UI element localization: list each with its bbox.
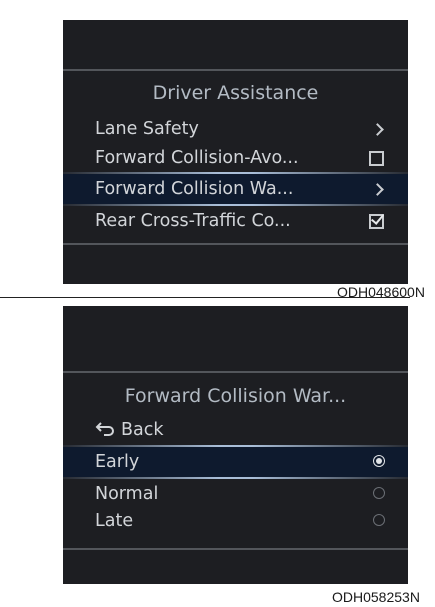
option-normal[interactable]: Normal [63,479,408,509]
header-divider [63,69,408,71]
chevron-right-icon [371,183,384,196]
checkbox-icon[interactable] [369,151,384,166]
forward-collision-warning-screen: Forward Collision War... Back Early Norm… [63,306,408,584]
back-label: Back [121,420,164,440]
option-label: Normal [95,484,159,504]
header-divider [63,371,408,373]
driver-assistance-screen: Driver Assistance Lane Safety Forward Co… [63,20,408,284]
figure-code: ODH048600N [337,284,425,300]
menu-item-forward-collision-avoidance[interactable]: Forward Collision-Avo... [63,143,408,173]
footer-divider [63,243,408,245]
menu-item-rear-cross-traffic[interactable]: Rear Cross-Traffic Co... [63,206,408,236]
menu-item-label: Forward Collision Wa... [95,179,294,199]
radio-selected-icon[interactable] [373,455,385,467]
option-late[interactable]: Late [63,506,408,536]
back-button[interactable]: Back [63,415,408,445]
back-arrow-icon [95,422,114,436]
menu-item-forward-collision-warning[interactable]: Forward Collision Wa... [63,174,408,204]
option-label: Late [95,511,134,531]
checkbox-checked-icon[interactable] [369,211,385,229]
menu-item-label: Forward Collision-Avo... [95,148,299,168]
menu-item-lane-safety[interactable]: Lane Safety [63,114,408,144]
menu-item-label: Lane Safety [95,119,199,139]
option-early[interactable]: Early [63,447,408,477]
footer-divider [63,548,408,550]
radio-icon[interactable] [373,487,385,499]
figure-code: ODH058253N [332,589,420,605]
menu-item-label: Rear Cross-Traffic Co... [95,211,291,231]
chevron-right-icon [371,123,384,136]
screen-title: Driver Assistance [152,82,319,104]
screen-title: Forward Collision War... [124,385,347,407]
radio-icon[interactable] [373,514,385,526]
option-label: Early [95,452,140,472]
